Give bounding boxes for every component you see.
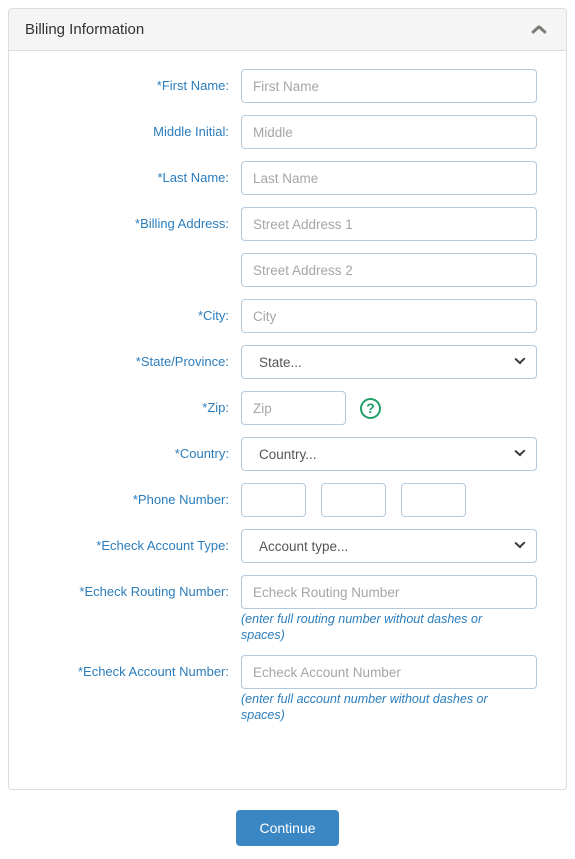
form-row-first-name: *First Name: bbox=[9, 69, 566, 103]
panel-header: Billing Information bbox=[9, 9, 566, 51]
country-label: *Country: bbox=[174, 446, 229, 461]
phone-line-number-input[interactable] bbox=[401, 483, 466, 517]
last-name-label: *Last Name: bbox=[157, 170, 229, 185]
city-label: *City: bbox=[197, 308, 229, 323]
form-row-city: *City: bbox=[9, 299, 566, 333]
chevron-up-icon bbox=[532, 25, 547, 34]
form-row-account-type: *Echeck Account Type: Account type... bbox=[9, 529, 566, 563]
echeck-account-number-label: *Echeck Account Number: bbox=[77, 664, 229, 679]
collapse-panel-button[interactable] bbox=[526, 17, 552, 43]
page-title: Billing Information bbox=[25, 21, 145, 38]
middle-initial-label: Middle Initial: bbox=[153, 124, 229, 139]
first-name-label: *First Name: bbox=[156, 78, 229, 93]
form-row-last-name: *Last Name: bbox=[9, 161, 566, 195]
echeck-account-number-input[interactable] bbox=[241, 655, 537, 689]
form-row-middle-initial: Middle Initial: bbox=[9, 115, 566, 149]
middle-initial-input[interactable] bbox=[241, 115, 537, 149]
echeck-routing-number-label: *Echeck Routing Number: bbox=[79, 584, 229, 599]
phone-number-label: *Phone Number: bbox=[132, 492, 229, 507]
routing-number-hint: (enter full routing number without dashe… bbox=[241, 612, 483, 642]
state-select[interactable]: State... bbox=[241, 345, 537, 379]
phone-area-code-input[interactable] bbox=[241, 483, 306, 517]
street-address-2-input[interactable] bbox=[241, 253, 537, 287]
form-row-account-number: *Echeck Account Number: (enter full acco… bbox=[9, 655, 566, 723]
question-mark-icon[interactable]: ? bbox=[360, 397, 381, 419]
street-address-1-input[interactable] bbox=[241, 207, 537, 241]
last-name-input[interactable] bbox=[241, 161, 537, 195]
form-row-billing-address-2 bbox=[9, 253, 566, 287]
phone-prefix-input[interactable] bbox=[321, 483, 386, 517]
state-label: *State/Province: bbox=[135, 354, 229, 369]
continue-button[interactable]: Continue bbox=[236, 810, 339, 846]
billing-information-panel: Billing Information *First Name: Middle … bbox=[8, 8, 567, 790]
form-row-country: *Country: Country... bbox=[9, 437, 566, 471]
panel-body: *First Name: Middle Initial: *Last Name:… bbox=[9, 51, 566, 723]
echeck-account-type-label: *Echeck Account Type: bbox=[96, 538, 229, 553]
form-row-billing-address-1: *Billing Address: bbox=[9, 207, 566, 241]
city-input[interactable] bbox=[241, 299, 537, 333]
first-name-input[interactable] bbox=[241, 69, 537, 103]
country-select[interactable]: Country... bbox=[241, 437, 537, 471]
billing-address-label: *Billing Address: bbox=[135, 216, 229, 231]
echeck-routing-number-input[interactable] bbox=[241, 575, 537, 609]
form-row-zip: *Zip: ? bbox=[9, 391, 566, 425]
form-footer: Continue bbox=[0, 810, 575, 846]
form-row-state: *State/Province: State... bbox=[9, 345, 566, 379]
billing-address-2-label-spacer bbox=[9, 253, 241, 262]
echeck-account-type-select[interactable]: Account type... bbox=[241, 529, 537, 563]
zip-label: *Zip: bbox=[202, 400, 229, 415]
account-number-hint: (enter full account number without dashe… bbox=[241, 692, 488, 722]
form-row-phone: *Phone Number: bbox=[9, 483, 566, 517]
form-row-routing-number: *Echeck Routing Number: (enter full rout… bbox=[9, 575, 566, 643]
zip-input[interactable] bbox=[241, 391, 346, 425]
